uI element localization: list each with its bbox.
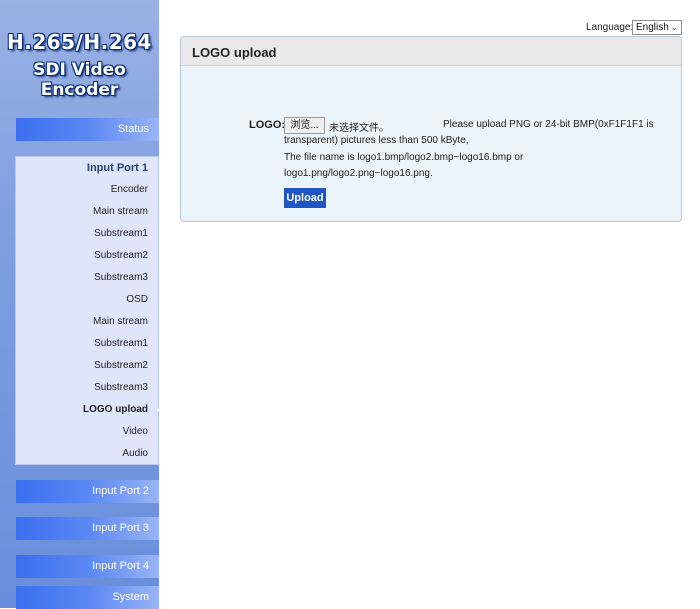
language-select[interactable]: English ⌄	[632, 20, 682, 35]
sub-item-osd-substream3[interactable]: Substream3	[16, 377, 158, 399]
upload-note-line-4: logo1.png/logo2.png~logo16.png.	[284, 168, 433, 179]
brand-subtitle: SDI Video Encoder	[33, 60, 126, 100]
browse-file-button[interactable]: 浏览...	[284, 117, 325, 134]
upload-button[interactable]: Upload	[284, 188, 326, 208]
sub-item-audio[interactable]: Audio	[16, 443, 158, 465]
logo-field-label: LOGO:	[249, 119, 286, 131]
active-indicator-icon	[157, 406, 162, 414]
sub-item-osd[interactable]: OSD	[16, 289, 158, 311]
sub-item-substream3[interactable]: Substream3	[16, 267, 158, 289]
upload-note-line-3: The file name is logo1.bmp/logo2.bmp~log…	[284, 152, 524, 163]
sub-item-main-stream[interactable]: Main stream	[16, 201, 158, 223]
nav-input-port-4[interactable]: Input Port 4	[16, 555, 159, 578]
nav-input-port-3[interactable]: Input Port 3	[16, 517, 159, 540]
chevron-down-icon: ⌄	[670, 22, 678, 32]
upload-note-line-1: Please upload PNG or 24-bit BMP(0xF1F1F1…	[443, 119, 654, 130]
input-port-1-menu: Input Port 1 Encoder Main stream Substre…	[15, 156, 162, 465]
sub-item-osd-substream2[interactable]: Substream2	[16, 355, 158, 377]
sub-item-osd-substream1[interactable]: Substream1	[16, 333, 158, 355]
logo-upload-panel: LOGO upload LOGO: 浏览... 未选择文件。 Please up…	[180, 36, 682, 222]
nav-status[interactable]: Status	[16, 118, 159, 141]
page-title: LOGO upload	[192, 45, 277, 60]
language-value: English	[636, 22, 669, 33]
nav-input-port-1[interactable]: Input Port 1	[16, 157, 158, 179]
upload-note-line-2: transparent) pictures less than 500 kByt…	[284, 135, 469, 146]
sidebar: H.265/H.264 SDI Video Encoder Status Inp…	[0, 0, 162, 609]
sub-item-substream2[interactable]: Substream2	[16, 245, 158, 267]
language-label: Language:	[586, 22, 634, 33]
sub-item-encoder[interactable]: Encoder	[16, 179, 158, 201]
sub-item-osd-main-stream[interactable]: Main stream	[16, 311, 158, 333]
sub-item-logo-upload[interactable]: LOGO upload	[16, 399, 162, 421]
sub-item-logo-upload-label: LOGO upload	[83, 404, 148, 415]
nav-input-port-2[interactable]: Input Port 2	[16, 480, 159, 503]
panel-header: LOGO upload	[181, 37, 681, 66]
brand-title: H.265/H.264	[7, 30, 152, 54]
nav-system[interactable]: System	[16, 586, 159, 609]
sub-item-video[interactable]: Video	[16, 421, 158, 443]
no-file-selected-text: 未选择文件。	[329, 123, 389, 134]
sub-item-substream1[interactable]: Substream1	[16, 223, 158, 245]
